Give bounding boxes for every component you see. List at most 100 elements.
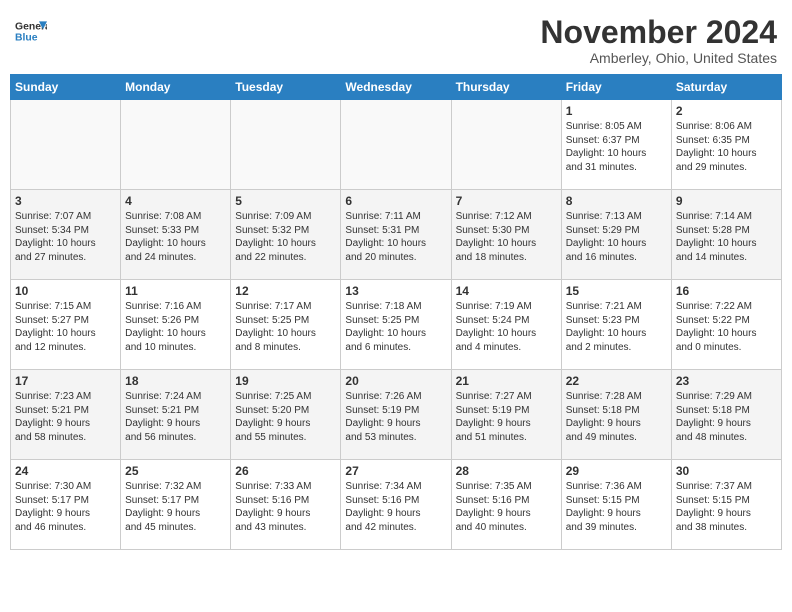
day-info: Sunrise: 8:05 AM Sunset: 6:37 PM Dayligh… xyxy=(566,120,667,174)
day-number: 5 xyxy=(235,194,336,208)
calendar-cell: 25 Sunrise: 7:32 AM Sunset: 5:17 PM Dayli… xyxy=(121,460,231,550)
day-number: 18 xyxy=(125,374,226,388)
day-number: 6 xyxy=(345,194,446,208)
weekday-header-monday: Monday xyxy=(121,75,231,100)
day-info: Sunrise: 7:37 AM Sunset: 5:15 PM Dayligh… xyxy=(676,480,777,534)
day-info: Sunrise: 7:35 AM Sunset: 5:16 PM Dayligh… xyxy=(456,480,557,534)
day-number: 8 xyxy=(566,194,667,208)
day-info: Sunrise: 7:12 AM Sunset: 5:30 PM Dayligh… xyxy=(456,210,557,264)
day-info: Sunrise: 7:27 AM Sunset: 5:19 PM Dayligh… xyxy=(456,390,557,444)
calendar-cell: 13 Sunrise: 7:18 AM Sunset: 5:25 PM Dayli… xyxy=(341,280,451,370)
weekday-header-thursday: Thursday xyxy=(451,75,561,100)
calendar-cell: 11 Sunrise: 7:16 AM Sunset: 5:26 PM Dayli… xyxy=(121,280,231,370)
day-number: 14 xyxy=(456,284,557,298)
day-number: 3 xyxy=(15,194,116,208)
weekday-header-wednesday: Wednesday xyxy=(341,75,451,100)
calendar-week-row: 17 Sunrise: 7:23 AM Sunset: 5:21 PM Dayli… xyxy=(11,370,782,460)
calendar-cell xyxy=(121,100,231,190)
day-info: Sunrise: 7:17 AM Sunset: 5:25 PM Dayligh… xyxy=(235,300,336,354)
title-block: November 2024 Amberley, Ohio, United Sta… xyxy=(540,15,777,66)
day-number: 9 xyxy=(676,194,777,208)
day-info: Sunrise: 7:13 AM Sunset: 5:29 PM Dayligh… xyxy=(566,210,667,264)
calendar-week-row: 3 Sunrise: 7:07 AM Sunset: 5:34 PM Daylig… xyxy=(11,190,782,280)
logo-icon: General Blue xyxy=(15,15,47,47)
day-info: Sunrise: 7:29 AM Sunset: 5:18 PM Dayligh… xyxy=(676,390,777,444)
day-info: Sunrise: 7:07 AM Sunset: 5:34 PM Dayligh… xyxy=(15,210,116,264)
day-info: Sunrise: 7:18 AM Sunset: 5:25 PM Dayligh… xyxy=(345,300,446,354)
calendar-cell: 28 Sunrise: 7:35 AM Sunset: 5:16 PM Dayli… xyxy=(451,460,561,550)
day-number: 25 xyxy=(125,464,226,478)
weekday-header-tuesday: Tuesday xyxy=(231,75,341,100)
day-number: 1 xyxy=(566,104,667,118)
day-info: Sunrise: 7:23 AM Sunset: 5:21 PM Dayligh… xyxy=(15,390,116,444)
day-info: Sunrise: 7:16 AM Sunset: 5:26 PM Dayligh… xyxy=(125,300,226,354)
day-info: Sunrise: 7:21 AM Sunset: 5:23 PM Dayligh… xyxy=(566,300,667,354)
calendar-cell: 18 Sunrise: 7:24 AM Sunset: 5:21 PM Dayli… xyxy=(121,370,231,460)
calendar-cell: 27Sunrise: 7:34 AM Sunset: 5:16 PM Dayli… xyxy=(341,460,451,550)
day-number: 4 xyxy=(125,194,226,208)
calendar-cell xyxy=(451,100,561,190)
day-number: 29 xyxy=(566,464,667,478)
day-info: Sunrise: 7:24 AM Sunset: 5:21 PM Dayligh… xyxy=(125,390,226,444)
calendar-cell: 15Sunrise: 7:21 AM Sunset: 5:23 PM Dayli… xyxy=(561,280,671,370)
day-info: Sunrise: 7:33 AM Sunset: 5:16 PM Dayligh… xyxy=(235,480,336,534)
day-info: Sunrise: 7:19 AM Sunset: 5:24 PM Dayligh… xyxy=(456,300,557,354)
calendar-cell: 14 Sunrise: 7:19 AM Sunset: 5:24 PM Dayli… xyxy=(451,280,561,370)
location: Amberley, Ohio, United States xyxy=(540,50,777,66)
calendar-cell: 26 Sunrise: 7:33 AM Sunset: 5:16 PM Dayli… xyxy=(231,460,341,550)
calendar-week-row: 10Sunrise: 7:15 AM Sunset: 5:27 PM Dayli… xyxy=(11,280,782,370)
day-number: 10 xyxy=(15,284,116,298)
day-number: 21 xyxy=(456,374,557,388)
calendar-cell xyxy=(11,100,121,190)
day-info: Sunrise: 7:11 AM Sunset: 5:31 PM Dayligh… xyxy=(345,210,446,264)
calendar-cell: 4Sunrise: 7:08 AM Sunset: 5:33 PM Daylig… xyxy=(121,190,231,280)
day-number: 7 xyxy=(456,194,557,208)
day-number: 26 xyxy=(235,464,336,478)
day-number: 13 xyxy=(345,284,446,298)
calendar-cell: 19 Sunrise: 7:25 AM Sunset: 5:20 PM Dayli… xyxy=(231,370,341,460)
month-title: November 2024 xyxy=(540,15,777,50)
day-number: 12 xyxy=(235,284,336,298)
day-number: 22 xyxy=(566,374,667,388)
day-info: Sunrise: 7:36 AM Sunset: 5:15 PM Dayligh… xyxy=(566,480,667,534)
calendar-cell: 21 Sunrise: 7:27 AM Sunset: 5:19 PM Dayli… xyxy=(451,370,561,460)
calendar-cell xyxy=(341,100,451,190)
calendar-week-row: 24 Sunrise: 7:30 AM Sunset: 5:17 PM Dayli… xyxy=(11,460,782,550)
day-info: Sunrise: 7:34 AM Sunset: 5:16 PM Dayligh… xyxy=(345,480,446,534)
weekday-header-sunday: Sunday xyxy=(11,75,121,100)
calendar-cell: 9 Sunrise: 7:14 AM Sunset: 5:28 PM Daylig… xyxy=(671,190,781,280)
day-number: 19 xyxy=(235,374,336,388)
day-number: 30 xyxy=(676,464,777,478)
calendar-cell: 6 Sunrise: 7:11 AM Sunset: 5:31 PM Daylig… xyxy=(341,190,451,280)
day-number: 23 xyxy=(676,374,777,388)
day-number: 28 xyxy=(456,464,557,478)
day-info: Sunrise: 7:14 AM Sunset: 5:28 PM Dayligh… xyxy=(676,210,777,264)
logo: General Blue xyxy=(15,15,47,47)
day-number: 24 xyxy=(15,464,116,478)
calendar-cell: 12 Sunrise: 7:17 AM Sunset: 5:25 PM Dayli… xyxy=(231,280,341,370)
day-number: 20 xyxy=(345,374,446,388)
calendar-cell: 2Sunrise: 8:06 AM Sunset: 6:35 PM Daylig… xyxy=(671,100,781,190)
day-number: 16 xyxy=(676,284,777,298)
calendar-table: SundayMondayTuesdayWednesdayThursdayFrid… xyxy=(10,74,782,550)
calendar-cell: 20Sunrise: 7:26 AM Sunset: 5:19 PM Dayli… xyxy=(341,370,451,460)
calendar-cell: 5 Sunrise: 7:09 AM Sunset: 5:32 PM Daylig… xyxy=(231,190,341,280)
day-number: 17 xyxy=(15,374,116,388)
calendar-cell: 30 Sunrise: 7:37 AM Sunset: 5:15 PM Dayli… xyxy=(671,460,781,550)
calendar-cell: 24 Sunrise: 7:30 AM Sunset: 5:17 PM Dayli… xyxy=(11,460,121,550)
calendar-week-row: 1 Sunrise: 8:05 AM Sunset: 6:37 PM Daylig… xyxy=(11,100,782,190)
page-header: General Blue November 2024 Amberley, Ohi… xyxy=(10,10,782,66)
day-info: Sunrise: 7:09 AM Sunset: 5:32 PM Dayligh… xyxy=(235,210,336,264)
weekday-header-friday: Friday xyxy=(561,75,671,100)
calendar-cell: 10Sunrise: 7:15 AM Sunset: 5:27 PM Dayli… xyxy=(11,280,121,370)
day-info: Sunrise: 7:25 AM Sunset: 5:20 PM Dayligh… xyxy=(235,390,336,444)
calendar-cell xyxy=(231,100,341,190)
day-info: Sunrise: 8:06 AM Sunset: 6:35 PM Dayligh… xyxy=(676,120,777,174)
calendar-cell: 8 Sunrise: 7:13 AM Sunset: 5:29 PM Daylig… xyxy=(561,190,671,280)
day-info: Sunrise: 7:32 AM Sunset: 5:17 PM Dayligh… xyxy=(125,480,226,534)
day-info: Sunrise: 7:30 AM Sunset: 5:17 PM Dayligh… xyxy=(15,480,116,534)
calendar-cell: 23 Sunrise: 7:29 AM Sunset: 5:18 PM Dayli… xyxy=(671,370,781,460)
calendar-cell: 22Sunrise: 7:28 AM Sunset: 5:18 PM Dayli… xyxy=(561,370,671,460)
day-number: 11 xyxy=(125,284,226,298)
calendar-header-row: SundayMondayTuesdayWednesdayThursdayFrid… xyxy=(11,75,782,100)
